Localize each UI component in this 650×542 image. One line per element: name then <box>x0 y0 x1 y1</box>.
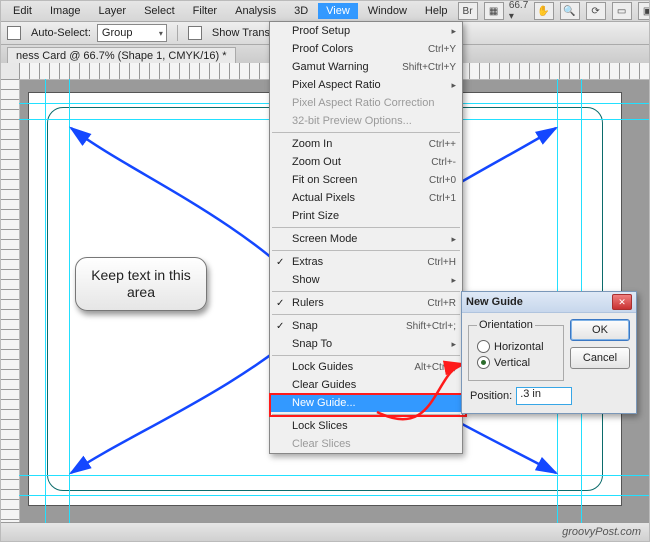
auto-select-label: Auto-Select: <box>31 27 91 39</box>
menu-item-snap[interactable]: SnapShift+Ctrl+; <box>270 317 462 335</box>
menu-help[interactable]: Help <box>417 3 456 19</box>
menu-item-lock-guides[interactable]: Lock GuidesAlt+Ctrl+; <box>270 358 462 376</box>
position-input[interactable]: .3 in <box>516 387 572 405</box>
divider <box>177 25 178 41</box>
horizontal-guide[interactable] <box>19 475 649 476</box>
dialog-titlebar[interactable]: New Guide ✕ <box>462 292 636 313</box>
menu-item-lock-slices[interactable]: Lock Slices <box>270 417 462 435</box>
footer-watermark: groovyPost.com <box>1 522 649 541</box>
menu-item-show[interactable]: Show <box>270 271 462 289</box>
auto-select-checkbox[interactable] <box>7 26 21 40</box>
menu-analysis[interactable]: Analysis <box>227 3 284 19</box>
menu-image[interactable]: Image <box>42 3 89 19</box>
menu-3d[interactable]: 3D <box>286 3 316 19</box>
vertical-guide[interactable] <box>45 79 46 523</box>
menu-item-fit-on-screen[interactable]: Fit on ScreenCtrl+0 <box>270 171 462 189</box>
menu-item-extras[interactable]: ExtrasCtrl+H <box>270 253 462 271</box>
menu-item-proof-setup[interactable]: Proof Setup <box>270 22 462 40</box>
menu-layer[interactable]: Layer <box>91 3 135 19</box>
bridge-icon[interactable]: Br <box>458 2 478 20</box>
menu-item-clear-guides[interactable]: Clear Guides <box>270 376 462 394</box>
new-guide-dialog: New Guide ✕ Orientation Horizontal Verti… <box>461 291 637 414</box>
show-transform-checkbox[interactable] <box>188 26 202 40</box>
menu-select[interactable]: Select <box>136 3 183 19</box>
menu-filter[interactable]: Filter <box>185 3 225 19</box>
document-tab[interactable]: ness Card @ 66.7% (Shape 1, CMYK/16) * <box>7 47 236 64</box>
menu-item-clear-slices: Clear Slices <box>270 435 462 453</box>
menu-item-rulers[interactable]: RulersCtrl+R <box>270 294 462 312</box>
orientation-fieldset: Orientation Horizontal Vertical <box>468 319 564 381</box>
close-icon[interactable]: ✕ <box>612 294 632 310</box>
horizontal-guide[interactable] <box>19 495 649 496</box>
vertical-guide[interactable] <box>69 79 70 523</box>
rotate-view-icon[interactable]: ⟳ <box>586 2 606 20</box>
menu-item-zoom-out[interactable]: Zoom OutCtrl+- <box>270 153 462 171</box>
view-menu-dropdown: Proof SetupProof ColorsCtrl+YGamut Warni… <box>269 21 463 454</box>
menu-item-print-size[interactable]: Print Size <box>270 207 462 225</box>
menu-item-pixel-aspect-ratio-correction: Pixel Aspect Ratio Correction <box>270 94 462 112</box>
menu-window[interactable]: Window <box>360 3 415 19</box>
orientation-legend: Orientation <box>477 319 535 331</box>
menu-item-gamut-warning[interactable]: Gamut WarningShift+Ctrl+Y <box>270 58 462 76</box>
annotation-callout: Keep text in this area <box>75 257 207 311</box>
hand-tool-icon[interactable]: ✋ <box>534 2 554 20</box>
zoom-level[interactable]: 66.7 ▾ <box>510 3 528 19</box>
menu-bar: Edit Image Layer Select Filter Analysis … <box>1 1 649 22</box>
dialog-title: New Guide <box>466 296 612 308</box>
radio-vertical[interactable]: Vertical <box>477 356 555 369</box>
auto-select-dropdown[interactable]: Group <box>97 24 167 42</box>
vertical-ruler[interactable] <box>1 79 20 523</box>
ok-button[interactable]: OK <box>570 319 630 341</box>
arrange-docs-icon[interactable]: ▭ <box>612 2 632 20</box>
menu-item-snap-to[interactable]: Snap To <box>270 335 462 353</box>
radio-icon <box>477 340 490 353</box>
ruler-origin[interactable] <box>1 63 20 80</box>
menu-item-32-bit-preview-options: 32-bit Preview Options... <box>270 112 462 130</box>
radio-icon <box>477 356 490 369</box>
app-window: Edit Image Layer Select Filter Analysis … <box>0 0 650 542</box>
cancel-button[interactable]: Cancel <box>570 347 630 369</box>
menu-item-proof-colors[interactable]: Proof ColorsCtrl+Y <box>270 40 462 58</box>
menu-item-actual-pixels[interactable]: Actual PixelsCtrl+1 <box>270 189 462 207</box>
zoom-tool-icon[interactable]: 🔍 <box>560 2 580 20</box>
radio-horizontal[interactable]: Horizontal <box>477 340 555 353</box>
toolbar-right: Br ▦ 66.7 ▾ ✋ 🔍 ⟳ ▭ ▣ <box>458 2 650 20</box>
position-label: Position: <box>470 390 512 402</box>
menu-edit[interactable]: Edit <box>5 3 40 19</box>
screen-mode-icon[interactable]: ▣ <box>638 2 650 20</box>
menu-item-pixel-aspect-ratio[interactable]: Pixel Aspect Ratio <box>270 76 462 94</box>
view-extras-icon[interactable]: ▦ <box>484 2 504 20</box>
menu-item-new-guide[interactable]: New Guide... <box>270 394 462 412</box>
menu-item-zoom-in[interactable]: Zoom InCtrl++ <box>270 135 462 153</box>
menu-view[interactable]: View <box>318 3 358 19</box>
menu-item-screen-mode[interactable]: Screen Mode <box>270 230 462 248</box>
annotation-text: Keep text in this area <box>76 267 206 301</box>
